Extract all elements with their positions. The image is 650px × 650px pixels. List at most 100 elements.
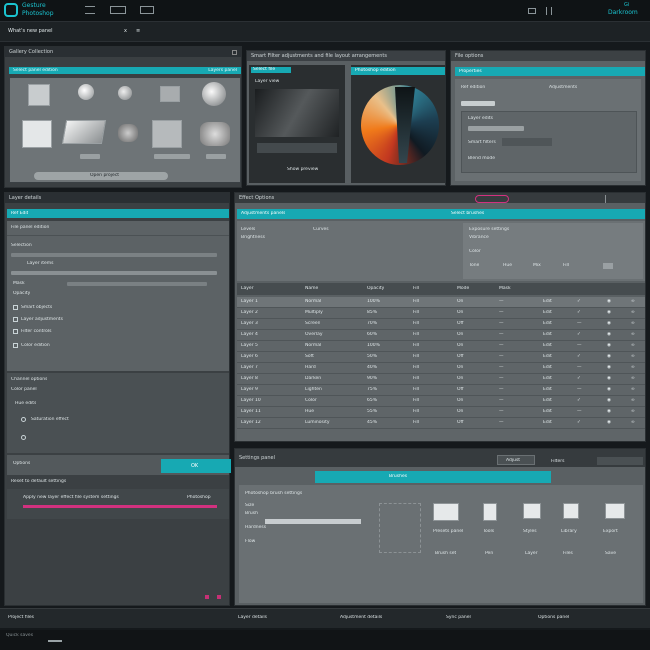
status-project-files[interactable]: Project files bbox=[8, 615, 34, 620]
field-mask[interactable]: Mask bbox=[13, 281, 25, 286]
properties-row-b[interactable]: Smart filters bbox=[468, 140, 496, 145]
export-icon[interactable] bbox=[605, 503, 625, 519]
presets-icon[interactable] bbox=[433, 503, 459, 521]
adjustments-teal-right[interactable]: Select brushes bbox=[451, 211, 484, 216]
menubar-label[interactable]: What's new panel bbox=[8, 28, 53, 34]
brush-field-size[interactable]: Size bbox=[245, 503, 254, 508]
table-row[interactable]: Layer 3 Screen 70% Fill Off — Edit — ◉ ∞ bbox=[237, 319, 645, 330]
radio-icon[interactable] bbox=[21, 417, 26, 422]
sub-brightness[interactable]: Brightness bbox=[241, 235, 265, 240]
library-icon[interactable] bbox=[563, 503, 579, 519]
properties-row-c[interactable]: Blend mode bbox=[468, 156, 495, 161]
ref-edit-tab[interactable]: Ref Edit bbox=[7, 209, 229, 218]
th[interactable]: Mode bbox=[457, 286, 469, 291]
mask-slider[interactable] bbox=[67, 282, 207, 286]
table-row[interactable]: Layer 2 Multiply 85% Fill On — Edit ✓ ◉ ∞ bbox=[237, 308, 645, 319]
panel-controls[interactable] bbox=[605, 195, 643, 203]
radio-icon[interactable] bbox=[21, 435, 26, 440]
checkbox-icon[interactable] bbox=[13, 317, 18, 322]
sphere-thumb[interactable] bbox=[118, 86, 132, 100]
field-selection[interactable]: Selection bbox=[11, 243, 32, 248]
mini-btn-mix[interactable]: Mix bbox=[533, 263, 541, 268]
reset-line[interactable]: Reset to default settings bbox=[11, 479, 66, 484]
pink-toggle-icon[interactable] bbox=[475, 195, 509, 203]
scroll-arrow-icon[interactable] bbox=[217, 595, 221, 599]
sub-curves[interactable]: Curves bbox=[313, 227, 329, 232]
table-row[interactable]: Layer 5 Normal 100% Fill On — Edit — ◉ ∞ bbox=[237, 341, 645, 352]
close-panel-icon[interactable] bbox=[232, 50, 237, 55]
table-cell: — bbox=[499, 310, 504, 315]
sub-levels[interactable]: Levels bbox=[241, 227, 255, 232]
select-file-bar[interactable]: Select file bbox=[251, 67, 291, 73]
field-opacity[interactable]: Opacity bbox=[13, 291, 30, 296]
quick-saves[interactable]: Quick saves bbox=[6, 633, 33, 638]
sphere-thumb[interactable] bbox=[202, 82, 226, 106]
filters-tab[interactable]: Filters bbox=[551, 459, 565, 464]
open-project-button[interactable]: Open project bbox=[34, 172, 168, 180]
styles-icon[interactable] bbox=[523, 503, 541, 519]
th[interactable]: Opacity bbox=[367, 286, 384, 291]
th[interactable]: Name bbox=[305, 286, 318, 291]
table-row[interactable]: Layer 9 Lighten 75% Fill Off — Edit — ◉ ∞ bbox=[237, 385, 645, 396]
th[interactable]: Mask bbox=[499, 286, 511, 291]
adjust-button[interactable]: Adjust bbox=[497, 455, 535, 465]
mini-btn-tone[interactable]: Tone bbox=[469, 263, 479, 268]
checkbox-icon[interactable] bbox=[13, 329, 18, 334]
status-layer-details[interactable]: Layer details bbox=[238, 615, 267, 620]
brush-field-brush[interactable]: Brush bbox=[245, 511, 258, 516]
menu-icon-a[interactable] bbox=[85, 6, 95, 14]
gallery-teal-right[interactable]: Layers panel bbox=[208, 68, 237, 73]
status-adjustment-details[interactable]: Adjustment details bbox=[340, 615, 382, 620]
properties-row-a[interactable]: Layer edits bbox=[468, 116, 493, 121]
tools-icon[interactable] bbox=[483, 503, 497, 521]
field-layer-items[interactable]: Layer items bbox=[27, 261, 54, 266]
settings-toggle[interactable] bbox=[597, 457, 643, 465]
table-row[interactable]: Layer 10 Color 65% Fill On — Edit ✓ ◉ ∞ bbox=[237, 396, 645, 407]
table-row[interactable]: Layer 12 Luminosity 45% Fill Off — Edit ✓ ◉ ∞ bbox=[237, 418, 645, 429]
gallery-thumb[interactable] bbox=[61, 120, 107, 144]
table-row[interactable]: Layer 8 Darken 90% Fill On — Edit ✓ ◉ ∞ bbox=[237, 374, 645, 385]
mini-btn-hue[interactable]: Hue bbox=[503, 263, 512, 268]
status-options[interactable]: Options panel bbox=[538, 615, 569, 620]
menu-icon-c[interactable] bbox=[140, 6, 154, 14]
th[interactable]: Fill bbox=[413, 286, 419, 291]
table-row[interactable]: Layer 11 Hue 55% Fill On — Edit — ◉ ∞ bbox=[237, 407, 645, 418]
list-icon[interactable]: ≡ bbox=[136, 28, 140, 34]
properties-field[interactable] bbox=[502, 138, 552, 146]
menu-icon-b[interactable] bbox=[110, 6, 126, 14]
gallery-thumb[interactable] bbox=[160, 86, 180, 102]
brush-slider[interactable] bbox=[265, 519, 361, 524]
mini-btn-fill[interactable]: Fill bbox=[563, 263, 569, 268]
gallery-thumb[interactable] bbox=[28, 84, 50, 106]
app-logo-icon[interactable] bbox=[4, 3, 18, 17]
mini-icon[interactable] bbox=[603, 263, 613, 269]
table-row[interactable]: Layer 7 Hard 40% Fill On — Edit — ◉ ∞ bbox=[237, 363, 645, 374]
sphere-thumb[interactable] bbox=[78, 84, 94, 100]
divider bbox=[7, 235, 229, 236]
table-row[interactable]: Layer 4 Overlay 60% Fill On — Edit ✓ ◉ ∞ bbox=[237, 330, 645, 341]
channel-saturation[interactable]: Saturation effect bbox=[31, 417, 69, 422]
th[interactable]: Layer bbox=[241, 286, 254, 291]
checkbox-icon[interactable] bbox=[13, 343, 18, 348]
checkbox-icon[interactable] bbox=[13, 305, 18, 310]
pin-icon[interactable] bbox=[546, 7, 552, 15]
gallery-thumb[interactable] bbox=[200, 122, 230, 146]
gallery-thumb[interactable] bbox=[118, 124, 138, 142]
status-sync[interactable]: Sync panel bbox=[446, 615, 471, 620]
gallery-thumb[interactable] bbox=[152, 120, 182, 148]
show-preview-button[interactable]: Show preview bbox=[287, 167, 318, 172]
brush-field-flow[interactable]: Flow bbox=[245, 539, 255, 544]
brushes-tab[interactable]: Brushes bbox=[315, 471, 551, 483]
selection-slider[interactable] bbox=[11, 253, 217, 257]
close-icon[interactable]: x bbox=[124, 28, 127, 34]
channel-color-panel[interactable]: Color panel bbox=[11, 387, 37, 392]
table-row[interactable]: Layer 1 Normal 100% Fill On — Edit ✓ ◉ ∞ bbox=[237, 297, 645, 308]
window-icon[interactable] bbox=[528, 8, 536, 14]
gallery-thumb[interactable] bbox=[22, 120, 52, 148]
brush-field-hardness[interactable]: Hardness bbox=[245, 525, 266, 530]
layer-items-slider[interactable] bbox=[11, 271, 217, 275]
channel-hue-edits[interactable]: Hue edits bbox=[15, 401, 36, 406]
table-row[interactable]: Layer 6 Soft 50% Fill Off — Edit ✓ ◉ ∞ bbox=[237, 352, 645, 363]
scroll-arrow-icon[interactable] bbox=[205, 595, 209, 599]
ok-button[interactable]: OK bbox=[161, 459, 231, 473]
